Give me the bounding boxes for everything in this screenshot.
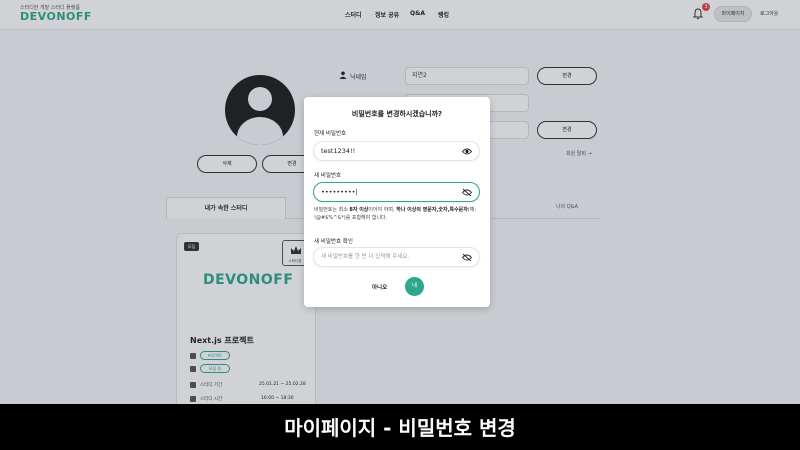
new-password-value: •••••••••| [321, 188, 358, 196]
current-password-input[interactable]: test1234!! [313, 141, 480, 161]
modal-title: 비밀번호를 변경하시겠습니까? [351, 110, 443, 118]
confirm-password-input[interactable]: 새 비밀번호를 한 번 더 입력해 주세요. [313, 247, 480, 267]
eye-off-icon[interactable] [462, 188, 472, 197]
app-screen: 스터디한 개발 스터디 플랫폼 DEVONOFF 스터디 정보 공유 Q&A 랭… [0, 0, 800, 404]
confirm-password-placeholder: 새 비밀번호를 한 번 더 입력해 주세요. [321, 254, 410, 260]
current-password-value: test1234!! [321, 147, 356, 155]
password-rule-hint: 비밀번호는 최소 8자 이상이어야 하며, 하나 이상의 영문자,숫자,특수문자… [314, 207, 477, 221]
cancel-button[interactable]: 아니오 [372, 283, 387, 291]
confirm-password-label: 새 비밀번호 확인 [314, 239, 353, 245]
confirm-button[interactable]: 네 [405, 277, 424, 296]
current-password-label: 현재 비밀번호 [314, 131, 347, 137]
video-caption: 마이페이지 - 비밀번호 변경 [284, 416, 516, 440]
eye-icon[interactable] [462, 147, 472, 156]
change-password-modal: 비밀번호를 변경하시겠습니까? 현재 비밀번호 test1234!! 새 비밀번… [304, 97, 490, 307]
new-password-input[interactable]: •••••••••| [313, 182, 480, 202]
eye-off-icon[interactable] [462, 253, 472, 262]
new-password-label: 새 비밀번호 [314, 173, 342, 179]
